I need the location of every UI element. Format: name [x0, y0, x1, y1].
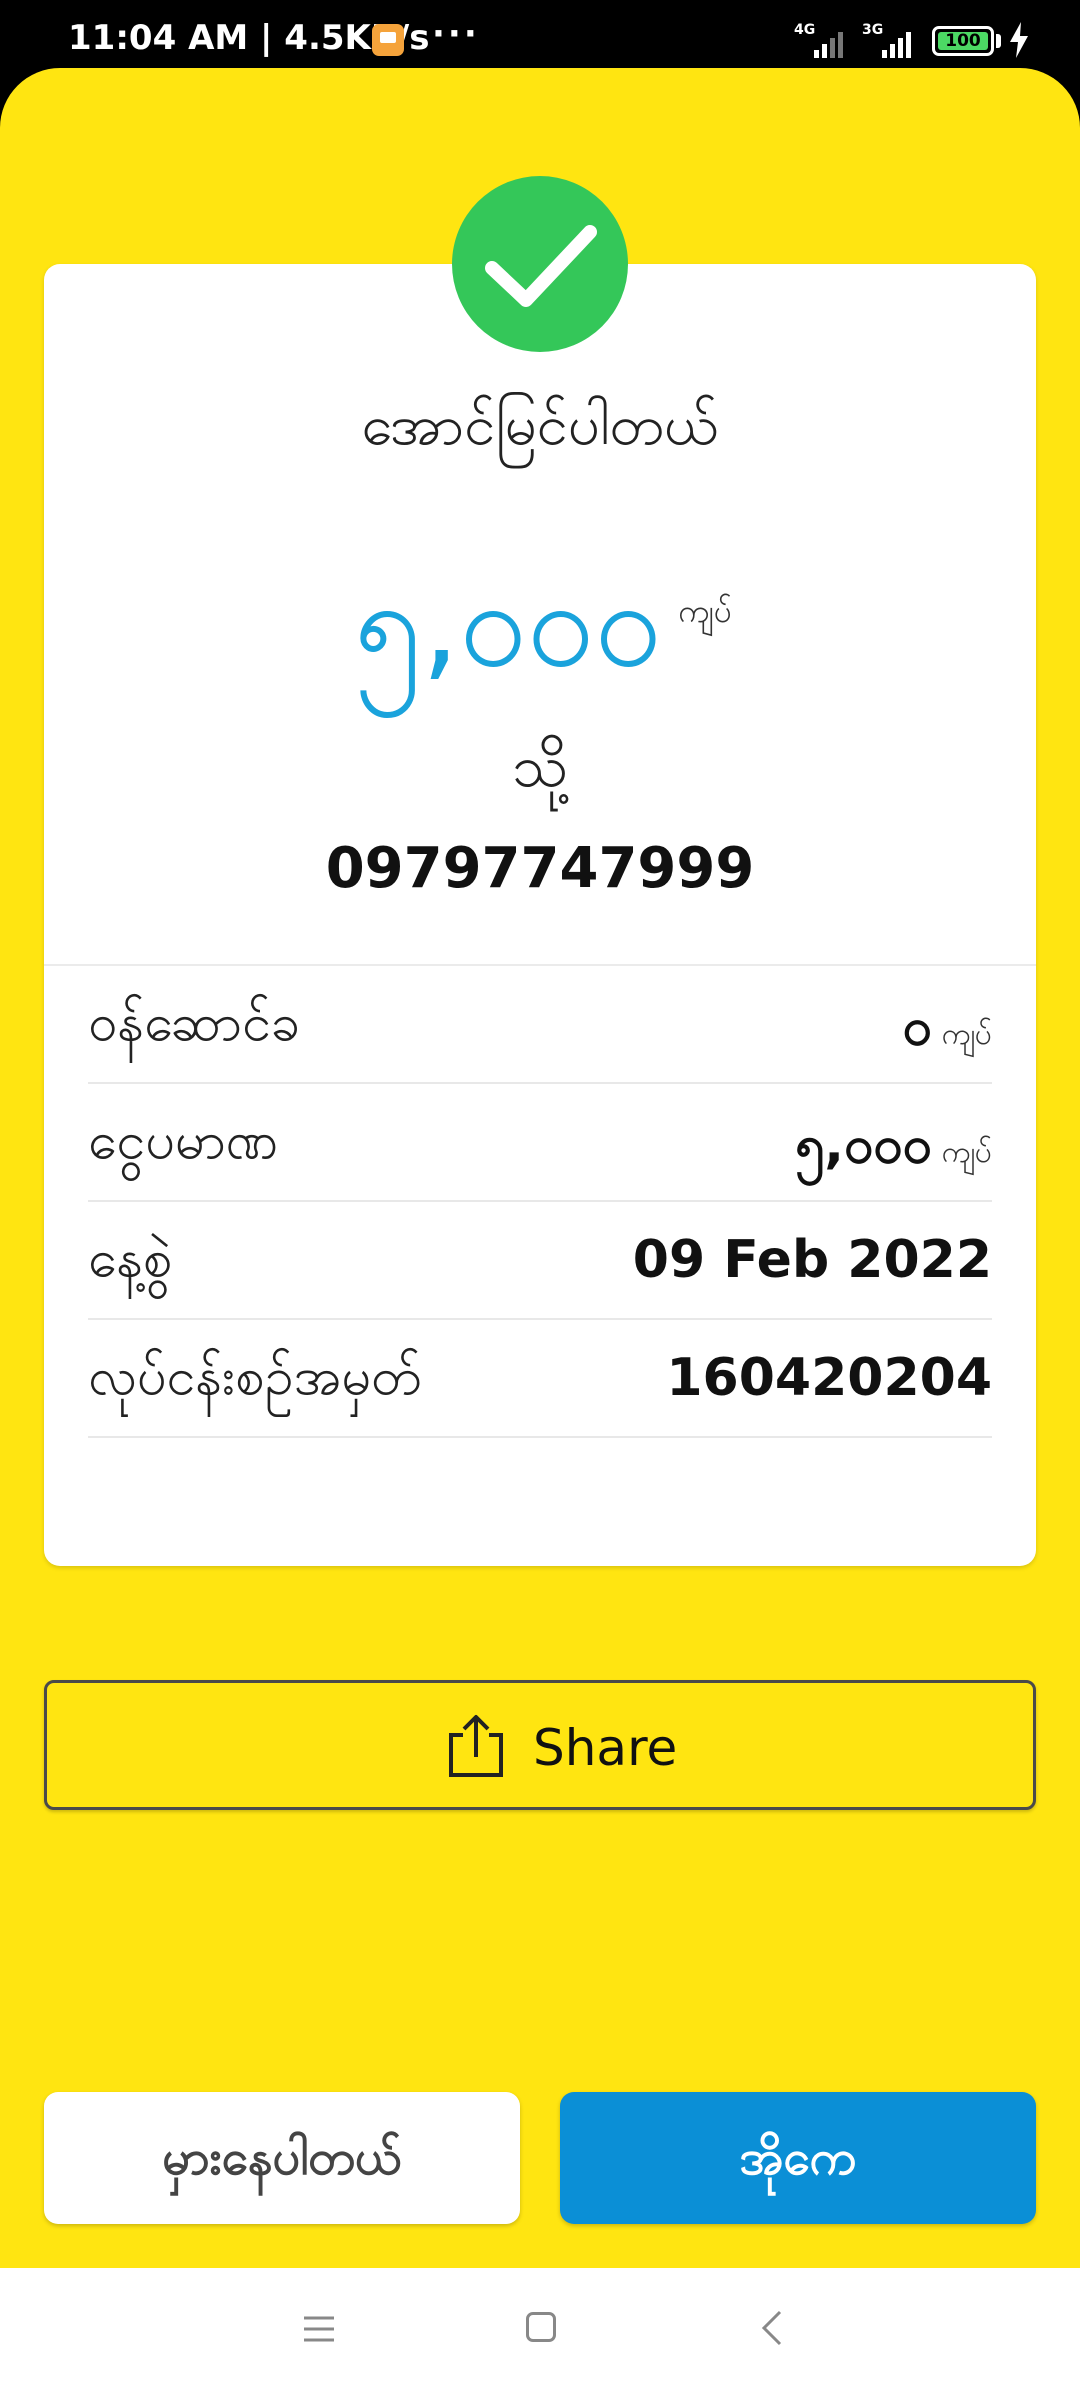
detail-row-service-fee: ဝန်ဆောင်ခ ၀ကျပ် — [88, 966, 992, 1084]
detail-label: နေ့စွဲ — [88, 1229, 173, 1289]
detail-value: ၀ကျပ် — [902, 997, 992, 1057]
recipient-label: သို့ — [511, 732, 569, 800]
ok-button[interactable]: အိုကေ — [560, 2092, 1036, 2224]
detail-row-date: နေ့စွဲ 09 Feb 2022 — [88, 1202, 992, 1320]
success-title: အောင်မြင်ပါတယ် — [361, 393, 719, 458]
share-button[interactable]: Share — [44, 1680, 1036, 1810]
report-wrong-button[interactable]: မှားနေပါတယ် — [44, 2092, 520, 2224]
charging-icon — [1010, 22, 1028, 58]
recents-icon[interactable] — [302, 2314, 336, 2344]
amount-display: ၅,၀၀၀ ကျပ် — [0, 555, 1080, 710]
amount-value: ၅,၀၀၀ — [353, 555, 662, 694]
home-icon[interactable] — [526, 2312, 556, 2342]
message-notification-icon — [372, 24, 404, 56]
detail-row-amount: ငွေပမာဏ ၅,၀၀၀ ကျပ် — [88, 1084, 992, 1202]
battery-tip — [996, 34, 1001, 48]
recipient-phone: 09797747999 — [325, 836, 755, 901]
share-icon — [449, 1715, 503, 1777]
amount-unit: ကျပ် — [678, 592, 732, 630]
detail-value: 09 Feb 2022 — [632, 1230, 992, 1290]
detail-row-transaction-id: လုပ်ငန်းစဉ်အမှတ် 160420204 — [88, 1320, 992, 1438]
detail-value: 160420204 — [666, 1348, 992, 1408]
battery-level: 100 — [938, 32, 988, 50]
detail-label: ငွေပမာဏ — [88, 1111, 279, 1171]
success-check-icon — [452, 176, 628, 352]
back-icon[interactable] — [760, 2308, 784, 2348]
share-label: Share — [533, 1719, 678, 1777]
navigation-bar — [0, 2268, 1080, 2400]
detail-label: ဝန်ဆောင်ခ — [88, 993, 301, 1053]
battery-icon: 100 — [932, 26, 994, 56]
more-notifications-icon: ··· — [432, 14, 480, 54]
detail-value: ၅,၀၀၀ ကျပ် — [794, 1115, 992, 1175]
detail-label: လုပ်ငန်းစဉ်အမှတ် — [88, 1347, 422, 1407]
